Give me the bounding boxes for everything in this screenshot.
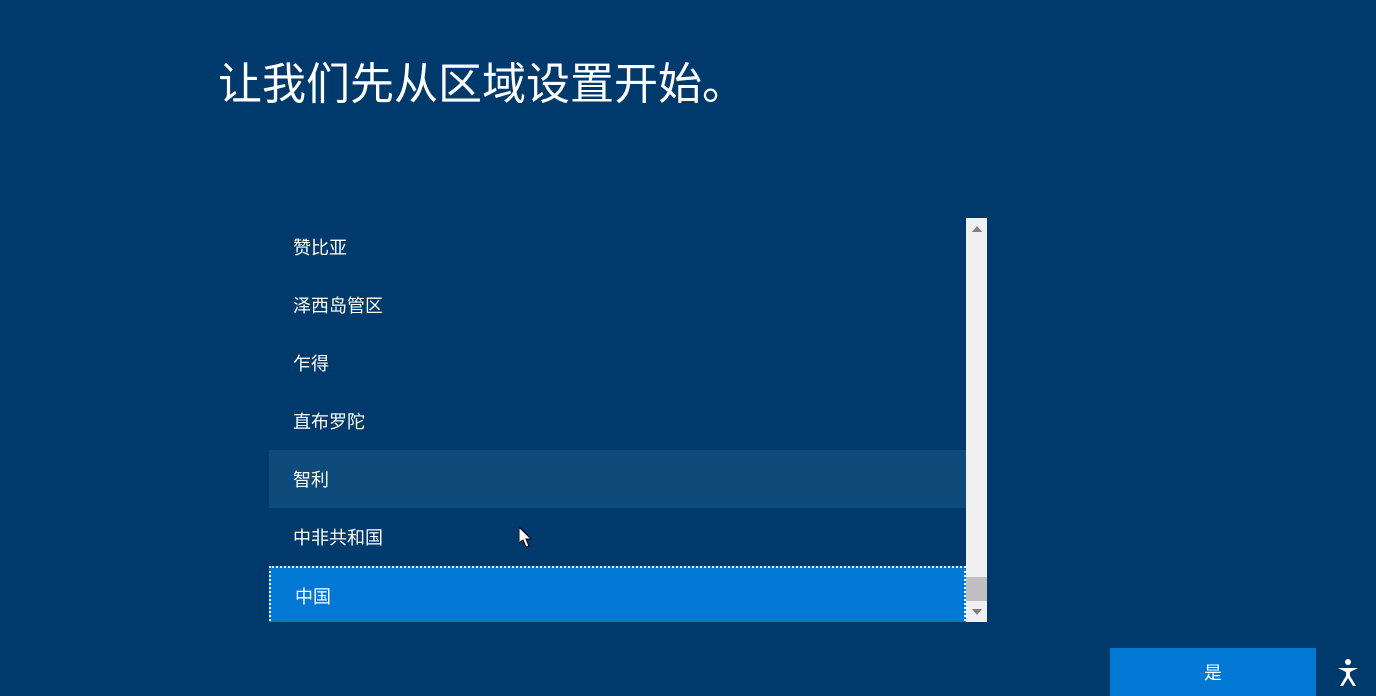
region-item-label: 泽西岛管区 — [293, 292, 383, 318]
region-item-jersey[interactable]: 泽西岛管区 — [269, 276, 966, 334]
scroll-track[interactable] — [966, 239, 987, 601]
region-item-zambia[interactable]: 赞比亚 — [269, 218, 966, 276]
region-list[interactable]: 赞比亚 泽西岛管区 乍得 直布罗陀 智利 中非共和国 中国 — [269, 218, 966, 622]
region-item-label: 赞比亚 — [293, 234, 347, 260]
region-list-container: 赞比亚 泽西岛管区 乍得 直布罗陀 智利 中非共和国 中国 — [269, 218, 987, 622]
scroll-down-icon[interactable] — [966, 601, 987, 622]
scroll-thumb[interactable] — [966, 577, 987, 601]
region-item-label: 中国 — [295, 583, 331, 609]
accessibility-icon[interactable] — [1332, 656, 1364, 688]
region-item-chile[interactable]: 智利 — [269, 450, 966, 508]
region-item-label: 中非共和国 — [293, 524, 383, 550]
region-item-chad[interactable]: 乍得 — [269, 334, 966, 392]
region-item-label: 直布罗陀 — [293, 408, 365, 434]
confirm-button[interactable]: 是 — [1110, 648, 1316, 696]
region-item-label: 乍得 — [293, 350, 329, 376]
region-item-car[interactable]: 中非共和国 — [269, 508, 966, 566]
region-item-china[interactable]: 中国 — [269, 566, 966, 622]
region-item-label: 智利 — [293, 466, 329, 492]
scroll-up-icon[interactable] — [966, 218, 987, 239]
page-heading: 让我们先从区域设置开始。 — [218, 48, 746, 112]
confirm-button-label: 是 — [1204, 659, 1222, 685]
scrollbar[interactable] — [966, 218, 987, 622]
region-item-gibraltar[interactable]: 直布罗陀 — [269, 392, 966, 450]
